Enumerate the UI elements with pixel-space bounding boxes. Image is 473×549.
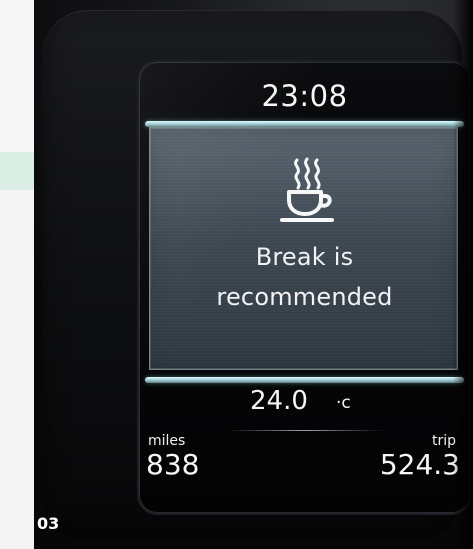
temperature-underline xyxy=(226,430,384,431)
bottom-accent-bar xyxy=(145,377,464,383)
temperature-unit-letter: c xyxy=(341,393,351,413)
coffee-cup-icon xyxy=(280,157,334,222)
break-message-line-2: recommended xyxy=(216,283,393,311)
temperature-unit: ·c xyxy=(336,393,351,413)
miles-label: miles xyxy=(148,433,186,449)
break-message-line-1: Break is xyxy=(255,243,354,271)
trip-value: 524.3 xyxy=(379,448,460,481)
break-recommended-screenshot: 23:08 Break is recommended 24.0 ·c miles xyxy=(0,0,473,549)
trip-label: trip xyxy=(431,433,456,449)
clock-display: 23:08 xyxy=(261,79,348,113)
break-warning-panel: Break is recommended xyxy=(149,127,458,370)
driver-information-display: 23:08 Break is recommended 24.0 ·c miles xyxy=(139,62,470,513)
outside-temperature: 24.0 xyxy=(250,386,308,416)
left-background-strip xyxy=(0,0,35,549)
miles-value: 838 xyxy=(146,448,200,481)
image-caption-number: 03 xyxy=(37,514,60,533)
instrument-cluster-photo: 23:08 Break is recommended 24.0 ·c miles xyxy=(34,0,473,549)
